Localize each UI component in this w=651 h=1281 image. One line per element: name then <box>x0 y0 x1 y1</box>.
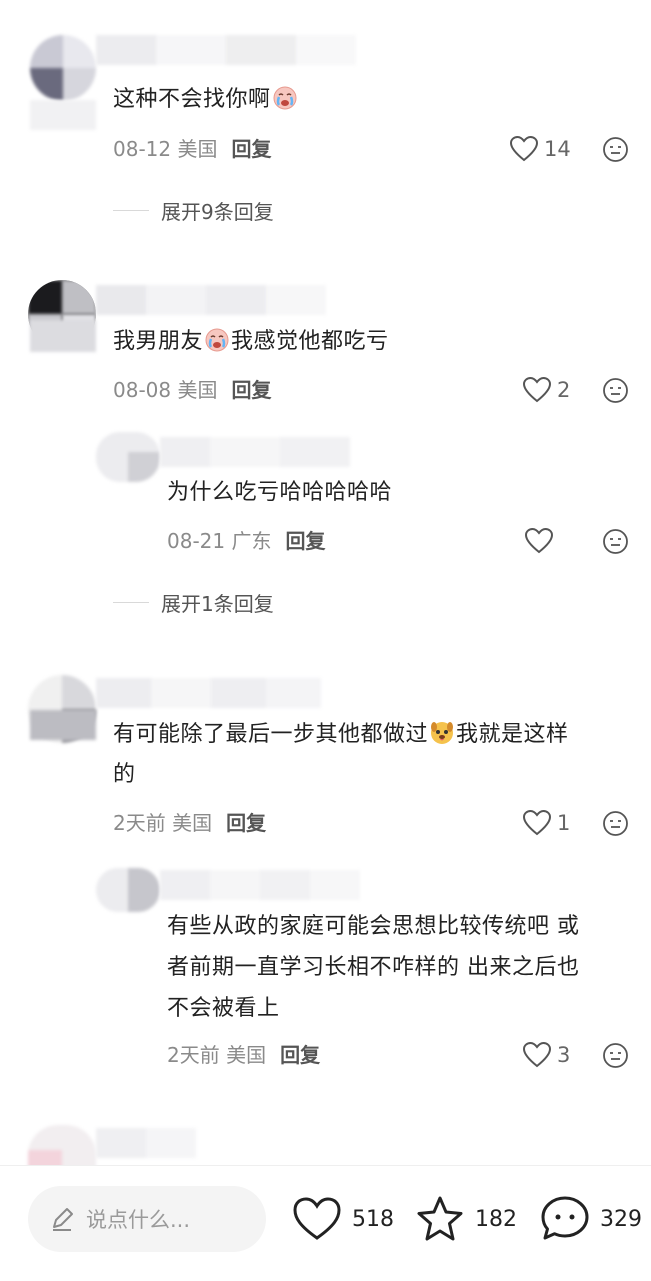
comment-text-content-2: 我感觉他都吃亏 <box>231 329 389 354</box>
post-like-count: 518 <box>352 1206 394 1232</box>
bottom-action-bar: 说点什么... 518 182 329 <box>0 1165 651 1281</box>
like-post-button[interactable]: 518 <box>292 1194 394 1244</box>
emoji-react-icon[interactable] <box>602 1042 629 1069</box>
like-button[interactable]: 14 <box>510 134 571 164</box>
heart-icon <box>510 136 538 162</box>
comment-text-content: 有可能除了最后一步其他都做过 <box>113 722 429 747</box>
avatar[interactable] <box>30 35 96 101</box>
like-button[interactable] <box>525 526 559 556</box>
heart-icon <box>293 1197 341 1240</box>
divider <box>113 209 149 211</box>
avatar-shadow <box>30 100 96 130</box>
comment-text-content-2: 我就是这样 <box>456 722 569 747</box>
crying-emoji-icon <box>205 328 229 352</box>
post-comment-count: 329 <box>600 1206 642 1232</box>
expand-replies-label: 展开1条回复 <box>161 591 274 616</box>
reply-text-content-2: 者前期一直学习长相不咋样的 出来之后也 <box>167 955 580 980</box>
username[interactable] <box>96 35 356 65</box>
input-placeholder: 说点什么... <box>86 1208 191 1232</box>
comment-date-location: 2天前 美国 <box>113 811 213 835</box>
comment-meta: 08-08 美国 回复 <box>113 375 271 405</box>
comment-text[interactable]: 有可能除了最后一步其他都做过 我就是这样 <box>113 715 569 755</box>
star-icon <box>417 1196 463 1241</box>
comment-meta: 08-12 美国 回复 <box>113 134 271 164</box>
emoji-react-icon[interactable] <box>602 136 629 163</box>
like-button[interactable]: 1 <box>523 808 570 838</box>
favorite-post-button[interactable]: 182 <box>415 1194 517 1244</box>
reply-text-line2[interactable]: 者前期一直学习长相不咋样的 出来之后也 <box>167 948 580 988</box>
like-count: 2 <box>557 378 571 402</box>
username[interactable] <box>96 1128 196 1158</box>
reply-meta: 08-21 广东 回复 <box>167 526 325 556</box>
reply-text[interactable]: 为什么吃亏哈哈哈哈哈 <box>167 473 392 513</box>
expand-replies-label: 展开9条回复 <box>161 199 274 224</box>
crying-emoji-icon <box>273 86 297 110</box>
post-favorite-count: 182 <box>475 1206 517 1232</box>
dog-emoji-icon <box>431 722 454 744</box>
divider <box>113 601 149 603</box>
like-count: 3 <box>557 1043 571 1067</box>
avatar[interactable] <box>96 868 160 912</box>
comment-text[interactable]: 我男朋友 我感觉他都吃亏 <box>113 322 389 362</box>
reply-date-location: 2天前 美国 <box>167 1043 267 1067</box>
reply-button[interactable]: 回复 <box>280 1043 320 1067</box>
expand-replies-button[interactable]: 展开9条回复 <box>113 195 274 225</box>
heart-icon <box>525 528 553 554</box>
username[interactable] <box>96 285 326 315</box>
comment-text-content-3: 的 <box>113 762 136 787</box>
reply-text-line3[interactable]: 不会被看上 <box>167 989 280 1029</box>
comment-input[interactable]: 说点什么... <box>28 1186 266 1252</box>
comment-meta: 2天前 美国 回复 <box>113 808 266 838</box>
reply-meta: 2天前 美国 回复 <box>167 1040 320 1070</box>
like-button[interactable]: 2 <box>523 375 570 405</box>
username[interactable] <box>160 437 350 467</box>
comment-post-button[interactable]: 329 <box>540 1194 642 1244</box>
username[interactable] <box>96 678 321 708</box>
emoji-react-icon[interactable] <box>602 528 629 555</box>
like-count: 1 <box>557 811 571 835</box>
chat-bubble-icon <box>541 1196 589 1240</box>
comment-date-location: 08-12 美国 <box>113 137 218 161</box>
heart-icon <box>523 377 551 403</box>
like-count: 14 <box>544 137 571 161</box>
avatar-shadow <box>30 320 96 352</box>
reply-text-content: 有些从政的家庭可能会思想比较传统吧 或 <box>167 914 580 939</box>
reply-button[interactable]: 回复 <box>226 811 266 835</box>
like-button[interactable]: 3 <box>523 1040 570 1070</box>
pencil-icon <box>53 1208 73 1231</box>
expand-replies-button[interactable]: 展开1条回复 <box>113 587 274 617</box>
reply-text[interactable]: 有些从政的家庭可能会思想比较传统吧 或 <box>167 907 580 947</box>
reply-button[interactable]: 回复 <box>285 529 325 553</box>
username[interactable] <box>160 870 360 900</box>
comment-text[interactable]: 这种不会找你啊 <box>113 80 299 120</box>
reply-text-content-3: 不会被看上 <box>167 996 280 1021</box>
emoji-react-icon[interactable] <box>602 810 629 837</box>
avatar-shadow <box>30 710 96 740</box>
emoji-react-icon[interactable] <box>602 377 629 404</box>
reply-button[interactable]: 回复 <box>231 137 271 161</box>
reply-button[interactable]: 回复 <box>231 378 271 402</box>
reply-date-location: 08-21 广东 <box>167 529 272 553</box>
comment-text-content: 我男朋友 <box>113 329 204 354</box>
comment-text-content: 这种不会找你啊 <box>113 87 271 112</box>
heart-icon <box>523 810 551 836</box>
comment-date-location: 08-08 美国 <box>113 378 218 402</box>
heart-icon <box>523 1042 551 1068</box>
comment-text-line2[interactable]: 的 <box>113 755 136 795</box>
avatar[interactable] <box>96 432 160 482</box>
reply-text-content: 为什么吃亏哈哈哈哈哈 <box>167 480 393 505</box>
